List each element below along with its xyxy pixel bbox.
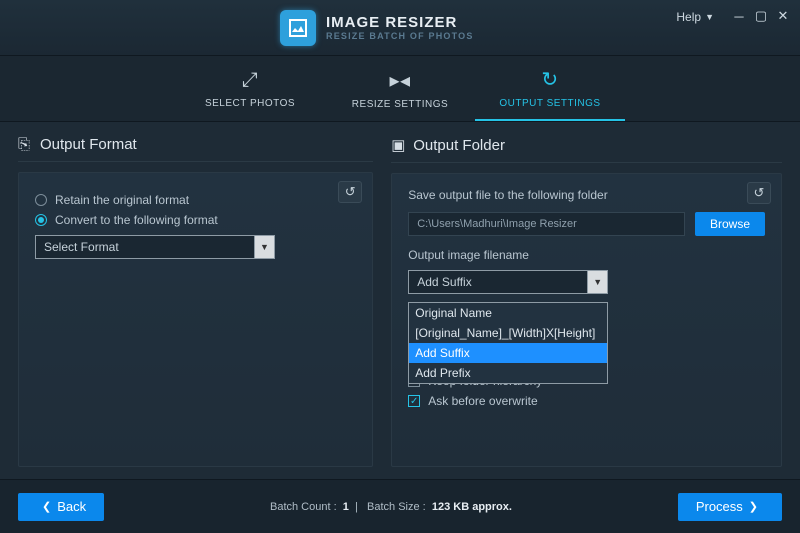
minimize-button[interactable]: ─	[728, 6, 750, 26]
undo-icon: ↺	[754, 185, 765, 201]
filename-select-value: Add Suffix	[409, 275, 587, 289]
checkbox-icon: ✓	[408, 395, 420, 407]
panel-heading: ▣ Output Folder	[391, 136, 782, 163]
filename-options: Original Name [Original_Name]_[Width]X[H…	[408, 302, 608, 384]
radio-icon	[35, 194, 47, 206]
radio-convert-format[interactable]: Convert to the following format	[35, 213, 356, 227]
tab-resize-settings[interactable]: ▸◂ RESIZE SETTINGS	[325, 56, 475, 121]
refresh-icon: ↻	[541, 67, 558, 92]
back-button[interactable]: ❮ Back	[18, 493, 104, 521]
title-bar: IMAGE RESIZER RESIZE BATCH OF PHOTOS Hel…	[0, 0, 800, 56]
radio-icon	[35, 214, 47, 226]
reset-folder-button[interactable]: ↺	[747, 182, 771, 204]
output-format-panel: ⎘ Output Format ↺ Retain the original fo…	[18, 136, 373, 467]
output-path-field[interactable]: C:\Users\Madhuri\Image Resizer	[408, 212, 685, 236]
status-text: Batch Count : 1 | Batch Size : 123 KB ap…	[104, 501, 678, 513]
filename-option[interactable]: Add Suffix	[409, 343, 607, 363]
close-button[interactable]: ✕	[772, 6, 794, 26]
save-label: Save output file to the following folder	[408, 188, 765, 202]
tab-select-photos[interactable]: ⤢ SELECT PHOTOS	[175, 56, 325, 121]
reset-format-button[interactable]: ↺	[338, 181, 362, 203]
tab-label: RESIZE SETTINGS	[352, 99, 448, 110]
folder-icon: ▣	[391, 136, 405, 154]
chevron-down-icon: ▼	[587, 271, 607, 293]
format-select[interactable]: Select Format ▼	[35, 235, 275, 259]
panel-title: Output Format	[40, 136, 137, 153]
content-area: ⎘ Output Format ↺ Retain the original fo…	[0, 122, 800, 479]
checkbox-ask-overwrite[interactable]: ✓ Ask before overwrite	[408, 394, 765, 408]
help-menu[interactable]: Help ▼	[676, 10, 714, 24]
radio-retain-format[interactable]: Retain the original format	[35, 193, 356, 207]
radio-label: Retain the original format	[55, 193, 189, 207]
chevron-right-icon: ❯	[749, 500, 758, 513]
chevron-down-icon: ▼	[254, 236, 274, 258]
chevron-left-icon: ❮	[42, 500, 51, 513]
app-logo-icon	[280, 10, 316, 46]
filename-select[interactable]: Add Suffix ▼ Original Name [Original_Nam…	[408, 270, 608, 294]
output-folder-panel: ▣ Output Folder ↺ Save output file to th…	[391, 136, 782, 467]
chevron-down-icon: ▼	[705, 12, 714, 22]
tab-label: SELECT PHOTOS	[205, 98, 295, 109]
app-logo: IMAGE RESIZER RESIZE BATCH OF PHOTOS	[280, 10, 474, 46]
panel-heading: ⎘ Output Format	[18, 136, 373, 162]
radio-label: Convert to the following format	[55, 213, 218, 227]
expand-icon: ⤢	[242, 69, 259, 92]
tab-output-settings[interactable]: ↻ OUTPUT SETTINGS	[475, 56, 625, 121]
output-path-value: C:\Users\Madhuri\Image Resizer	[417, 218, 577, 230]
mirror-icon: ▸◂	[389, 68, 410, 93]
process-button[interactable]: Process ❯	[678, 493, 782, 521]
app-title: IMAGE RESIZER	[326, 15, 474, 30]
help-label: Help	[676, 10, 701, 24]
maximize-button[interactable]: ▢	[750, 6, 772, 26]
filename-label: Output image filename	[408, 248, 765, 262]
filename-option[interactable]: Add Prefix	[409, 363, 607, 383]
format-select-value: Select Format	[36, 240, 254, 254]
filename-option[interactable]: [Original_Name]_[Width]X[Height]	[409, 323, 607, 343]
browse-button[interactable]: Browse	[695, 212, 765, 236]
checkbox-label: Ask before overwrite	[428, 394, 537, 408]
panel-title: Output Folder	[413, 137, 505, 154]
tab-label: OUTPUT SETTINGS	[499, 98, 600, 109]
undo-icon: ↺	[345, 184, 356, 200]
export-icon: ⎘	[18, 136, 32, 153]
footer-bar: ❮ Back Batch Count : 1 | Batch Size : 12…	[0, 479, 800, 533]
filename-option[interactable]: Original Name	[409, 303, 607, 323]
tab-bar: ⤢ SELECT PHOTOS ▸◂ RESIZE SETTINGS ↻ OUT…	[0, 56, 800, 122]
app-subtitle: RESIZE BATCH OF PHOTOS	[326, 32, 474, 41]
